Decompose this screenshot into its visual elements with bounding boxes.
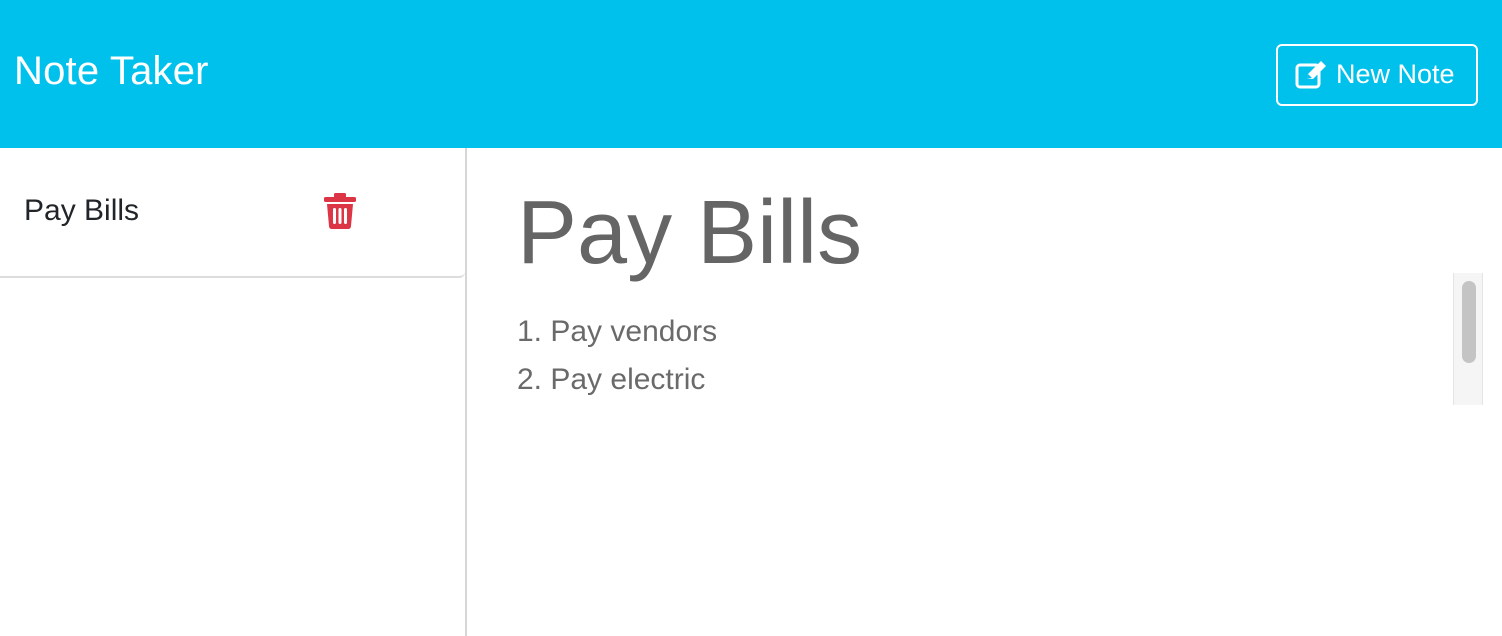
trash-icon[interactable] xyxy=(324,193,356,229)
edit-icon xyxy=(1294,60,1328,90)
new-note-button[interactable]: New Note xyxy=(1276,43,1478,106)
note-textarea[interactable]: 1. Pay vendors 2. Pay electric xyxy=(517,308,1457,404)
note-line: 2. Pay electric xyxy=(517,363,706,396)
app-title[interactable]: Note Taker xyxy=(14,49,209,94)
navbar: Note Taker New Note xyxy=(0,0,1502,148)
note-editor: 1. Pay vendors 2. Pay electric xyxy=(467,148,1502,636)
notes-sidebar: Pay Bills xyxy=(0,148,467,636)
new-note-label: New Note xyxy=(1336,59,1455,89)
note-item-title: Pay Bills xyxy=(24,194,140,227)
scrollbar[interactable] xyxy=(1453,273,1483,405)
scrollbar-thumb[interactable] xyxy=(1462,281,1476,363)
note-line: 1. Pay vendors xyxy=(517,315,718,348)
note-title-input[interactable] xyxy=(517,178,1417,288)
list-item[interactable]: Pay Bills xyxy=(0,148,465,278)
